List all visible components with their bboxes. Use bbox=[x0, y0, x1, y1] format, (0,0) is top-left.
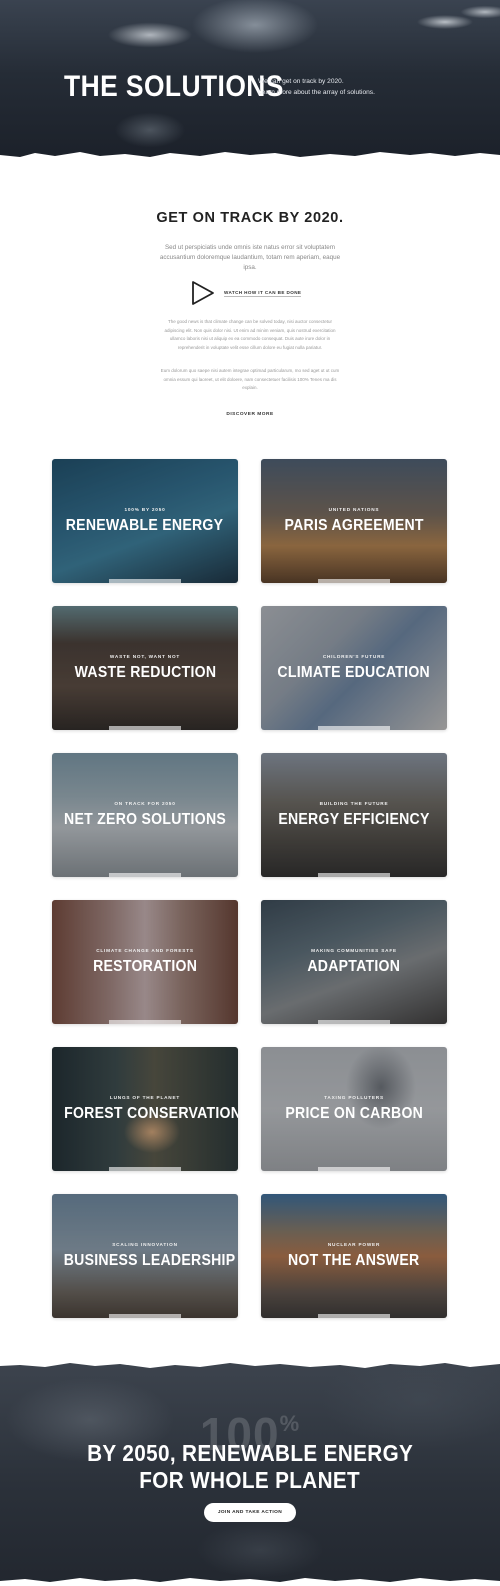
card-kicker: UNITED NATIONS bbox=[328, 507, 380, 512]
hero-subtitle-line2: Learn more about the array of solutions. bbox=[258, 89, 375, 96]
card-bar bbox=[109, 873, 181, 877]
card-bar bbox=[318, 1167, 390, 1171]
card-renewable-energy[interactable]: 100% BY 2050 RENEWABLE ENERGY bbox=[52, 459, 238, 583]
card-not-the-answer[interactable]: NUCLEAR POWER NOT THE ANSWER bbox=[261, 1194, 447, 1318]
card-title: PRICE ON CARBON bbox=[285, 1105, 423, 1122]
discover-more-link[interactable]: DISCOVER MORE bbox=[0, 412, 500, 417]
torn-edge-divider bbox=[0, 152, 500, 165]
card-title: PARIS AGREEMENT bbox=[284, 517, 424, 534]
card-paris-agreement[interactable]: UNITED NATIONS PARIS AGREEMENT bbox=[261, 459, 447, 583]
hero-title: THE SOLUTIONS bbox=[64, 70, 284, 103]
card-title: NOT THE ANSWER bbox=[288, 1252, 420, 1269]
join-action-button[interactable]: JOIN AND TAKE ACTION bbox=[204, 1503, 296, 1522]
hero-section: THE SOLUTIONS We can get on track by 202… bbox=[0, 0, 500, 165]
intro-title: GET ON TRACK BY 2020. bbox=[156, 210, 344, 226]
card-business-leadership[interactable]: SCALING INNOVATION BUSINESS LEADERSHIP bbox=[52, 1194, 238, 1318]
card-title: FOREST CONSERVATION bbox=[64, 1105, 238, 1122]
card-title: NET ZERO SOLUTIONS bbox=[63, 811, 226, 828]
card-bar bbox=[318, 873, 390, 877]
card-title: BUSINESS LEADERSHIP bbox=[63, 1252, 236, 1269]
card-net-zero-solutions[interactable]: ON TRACK FOR 2050 NET ZERO SOLUTIONS bbox=[52, 753, 238, 877]
cta-title: BY 2050, RENEWABLE ENERGY FOR WHOLE PLAN… bbox=[0, 1440, 500, 1494]
card-title: ADAPTATION bbox=[307, 958, 401, 975]
card-kicker: CLIMATE CHANGE AND FORESTS bbox=[96, 948, 194, 953]
cta-section: 100% BY 2050, RENEWABLE ENERGY FOR WHOLE… bbox=[0, 1360, 500, 1586]
card-kicker: WASTE NOT, WANT NOT bbox=[109, 654, 181, 659]
card-title: RESTORATION bbox=[92, 958, 198, 975]
hero-subtitle: We can get on track by 2020. Learn more … bbox=[258, 76, 408, 98]
card-kicker: MAKING COMMUNITIES SAFE bbox=[311, 948, 397, 953]
intro-lead: Sed ut perspiciatis unde omnis iste natu… bbox=[159, 244, 341, 271]
card-energy-efficiency[interactable]: BUILDING THE FUTURE ENERGY EFFICIENCY bbox=[261, 753, 447, 877]
card-title: WASTE REDUCTION bbox=[74, 664, 216, 681]
torn-edge-divider bbox=[0, 1578, 500, 1586]
card-bar bbox=[109, 1314, 181, 1318]
card-kicker: 100% BY 2050 bbox=[124, 507, 166, 512]
card-title: RENEWABLE ENERGY bbox=[66, 517, 224, 534]
card-kicker: ON TRACK FOR 2050 bbox=[114, 801, 176, 806]
card-kicker: SCALING INNOVATION bbox=[112, 1242, 178, 1247]
card-kicker: NUCLEAR POWER bbox=[327, 1242, 381, 1247]
card-waste-reduction[interactable]: WASTE NOT, WANT NOT WASTE REDUCTION bbox=[52, 606, 238, 730]
card-climate-education[interactable]: CHILDREN'S FUTURE CLIMATE EDUCATION bbox=[261, 606, 447, 730]
hero-subtitle-line1: We can get on track by 2020. bbox=[258, 78, 344, 85]
card-kicker: BUILDING THE FUTURE bbox=[319, 801, 389, 806]
card-kicker: LUNGS OF THE PLANET bbox=[109, 1095, 181, 1100]
card-forest-conservation[interactable]: LUNGS OF THE PLANET FOREST CONSERVATION bbox=[52, 1047, 238, 1171]
card-bar bbox=[318, 726, 390, 730]
card-bar bbox=[318, 1020, 390, 1024]
card-title: CLIMATE EDUCATION bbox=[277, 664, 431, 681]
card-bar bbox=[109, 579, 181, 583]
watch-video-link[interactable]: WATCH HOW IT CAN BE DONE bbox=[224, 290, 302, 297]
card-kicker: TAXING POLLUTERS bbox=[324, 1095, 384, 1100]
card-bar bbox=[109, 1020, 181, 1024]
card-kicker: CHILDREN'S FUTURE bbox=[322, 654, 386, 659]
intro-paragraph-2: Eum dolorum quo saepe nisi autem integra… bbox=[160, 368, 340, 390]
card-bar bbox=[109, 726, 181, 730]
card-price-on-carbon[interactable]: TAXING POLLUTERS PRICE ON CARBON bbox=[261, 1047, 447, 1171]
card-title: ENERGY EFFICIENCY bbox=[278, 811, 430, 828]
cta-title-line1: BY 2050, RENEWABLE ENERGY bbox=[86, 1440, 414, 1466]
torn-edge-divider bbox=[0, 1360, 500, 1368]
card-bar bbox=[318, 1314, 390, 1318]
card-bar bbox=[318, 579, 390, 583]
cta-title-line2: FOR WHOLE PLANET bbox=[139, 1467, 361, 1493]
play-icon[interactable] bbox=[191, 281, 215, 305]
card-bar bbox=[109, 1167, 181, 1171]
card-restoration[interactable]: CLIMATE CHANGE AND FORESTS RESTORATION bbox=[52, 900, 238, 1024]
intro-paragraph-1: The good news is that climate change can… bbox=[164, 319, 336, 350]
card-adaptation[interactable]: MAKING COMMUNITIES SAFE ADAPTATION bbox=[261, 900, 447, 1024]
